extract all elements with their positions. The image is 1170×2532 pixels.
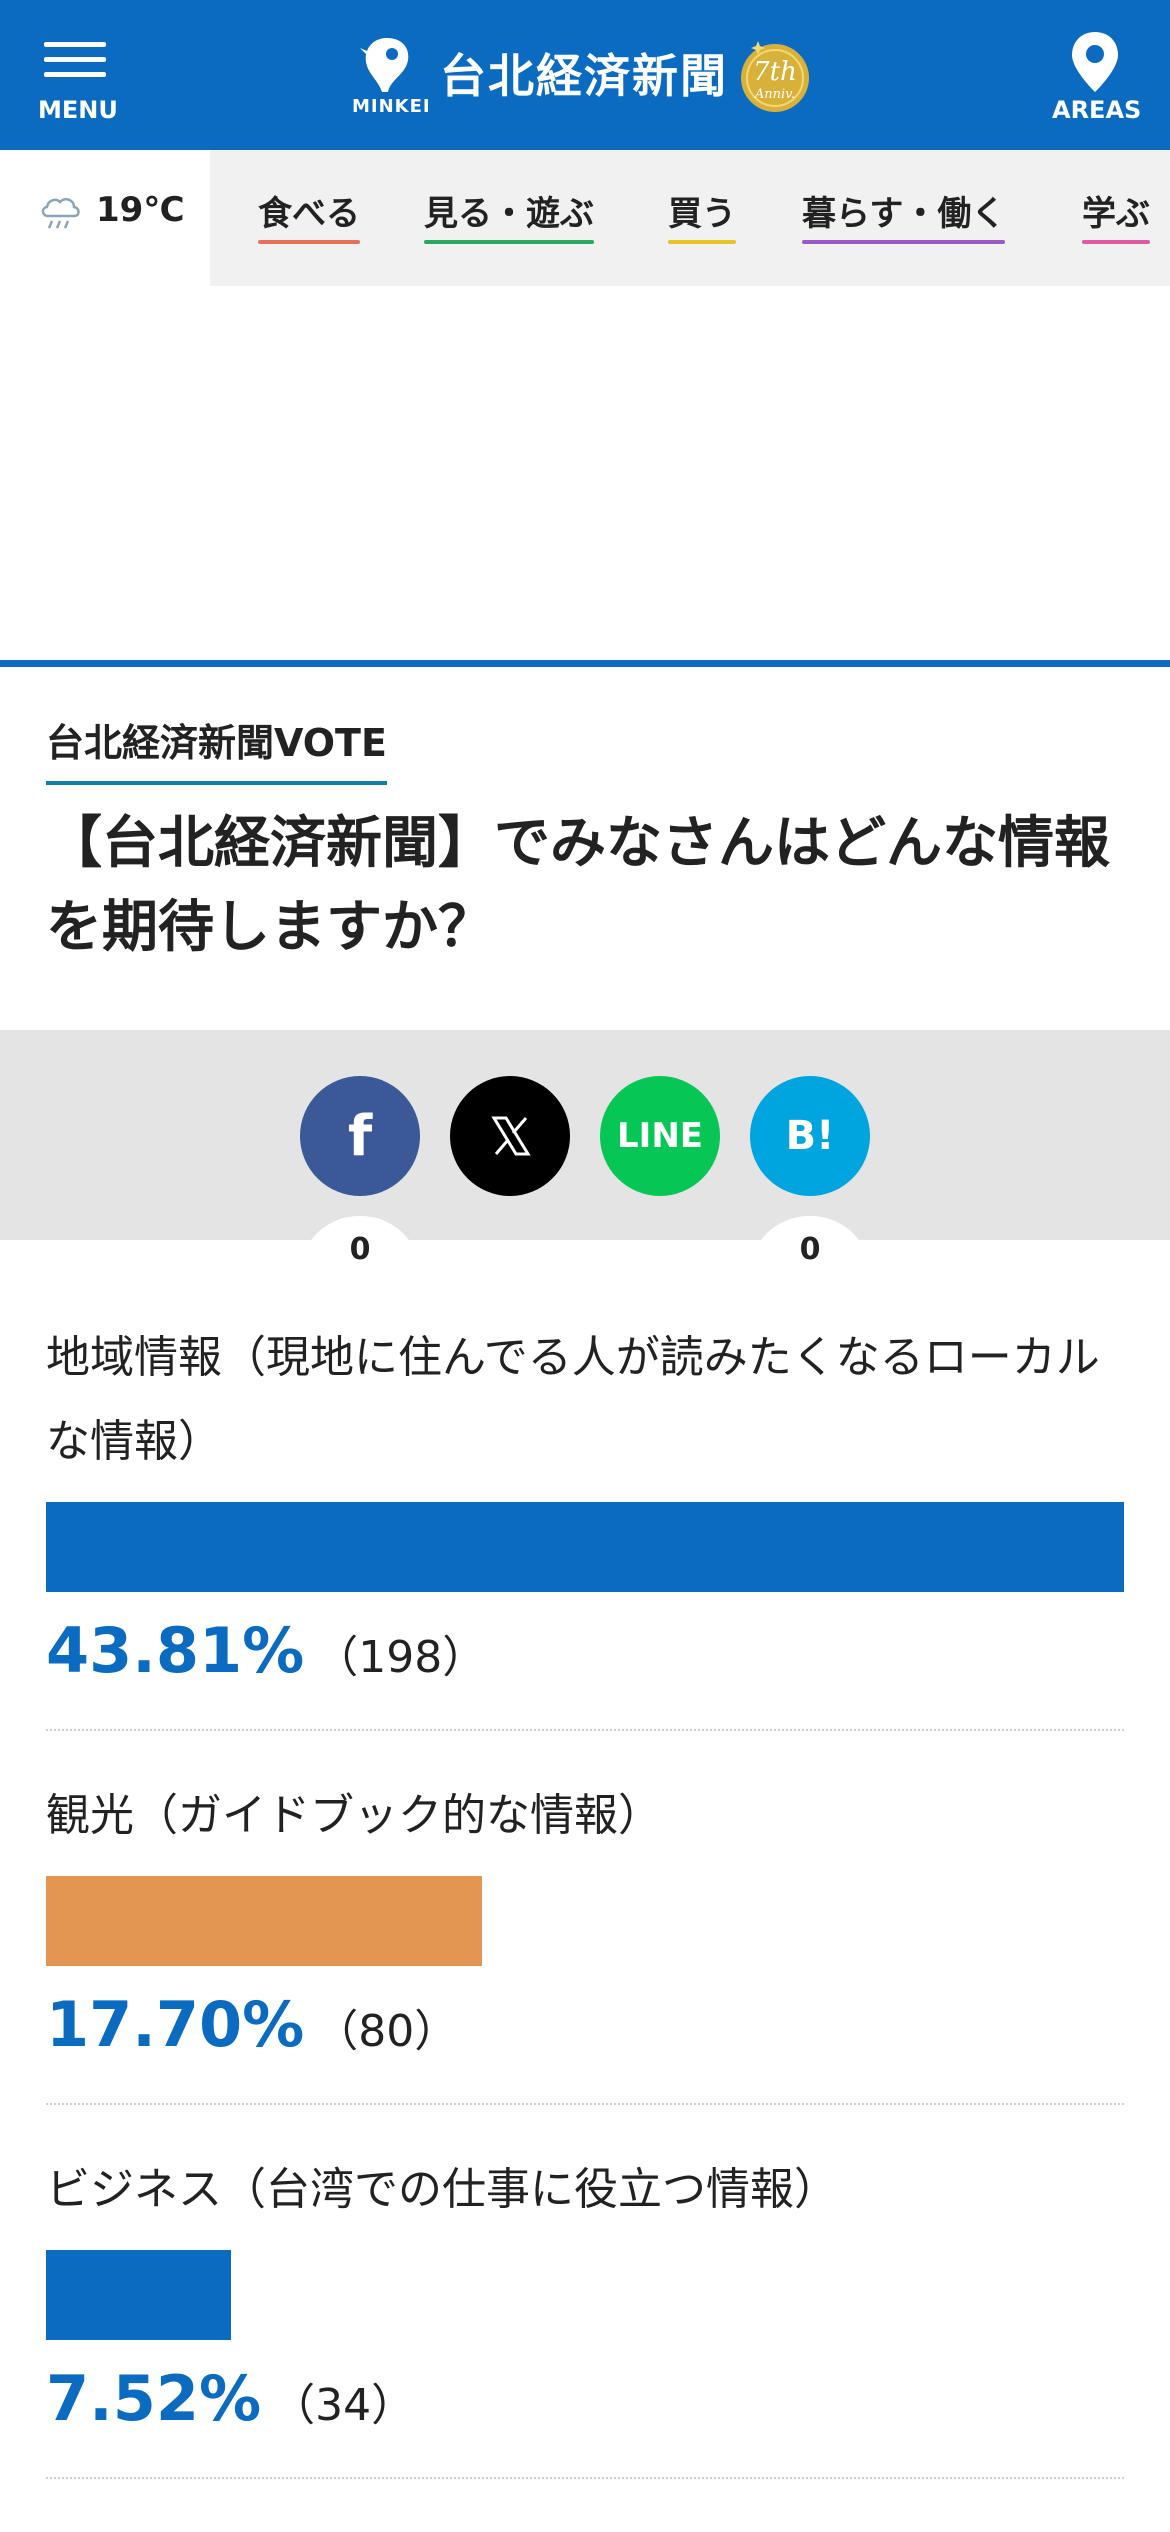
category-underline	[802, 240, 1006, 244]
vote-tag[interactable]: 台北経済新聞VOTE	[46, 712, 387, 785]
hatena-share-button[interactable]: B!	[750, 1076, 870, 1196]
hamburger-icon	[44, 40, 106, 77]
category-kau[interactable]: 買う	[668, 186, 736, 244]
facebook-share-count: 0	[299, 1216, 421, 1276]
anniversary-badge: 7th Anniv.	[736, 38, 814, 116]
category-underline	[424, 240, 594, 244]
minkei-logo[interactable]: MINKEI	[352, 34, 431, 124]
menu-label: MENU	[38, 96, 118, 124]
facebook-icon: f	[347, 1103, 373, 1169]
result-divider	[46, 1729, 1124, 1731]
category-underline	[1082, 240, 1150, 244]
temperature: 19℃	[96, 190, 185, 230]
option-label: ビジネス（台湾での仕事に役立つ情報）	[46, 2164, 838, 2215]
result-bar-fill	[46, 1502, 1124, 1592]
category-label: 見る・遊ぶ	[424, 194, 594, 234]
location-pin-icon	[1072, 32, 1118, 92]
vote-option: ビジネス（台湾での仕事に役立つ情報） 7.52% （34）	[46, 2148, 1124, 2435]
category-label: 暮らす・働く	[802, 194, 1006, 234]
result-stats: 43.81% （198）	[46, 1614, 1124, 1687]
ad-space	[0, 286, 1170, 660]
hatena-share-count: 0	[749, 1216, 871, 1276]
line-icon: LINE	[617, 1116, 703, 1156]
weather-widget[interactable]: 19℃	[0, 150, 210, 286]
x-icon	[491, 1116, 531, 1156]
category-label: 食べる	[258, 194, 360, 234]
category-underline	[258, 240, 360, 244]
facebook-share-button[interactable]: f	[300, 1076, 420, 1196]
areas-label: AREAS	[1052, 96, 1142, 124]
category-manabu[interactable]: 学ぶ	[1082, 186, 1150, 244]
menu-button[interactable]: MENU	[38, 40, 118, 124]
result-count: （34）	[271, 2380, 416, 2431]
category-miru-asobu[interactable]: 見る・遊ぶ	[424, 186, 594, 244]
result-divider	[46, 2103, 1124, 2105]
category-label: 学ぶ	[1082, 194, 1150, 234]
result-stats: 7.52% （34）	[46, 2362, 1124, 2435]
x-share-button[interactable]	[450, 1076, 570, 1196]
vote-option: 地域情報（現地に住んでる人が読みたくなるローカルな情報） 43.81% （198）	[46, 1316, 1124, 1687]
result-bar	[46, 2250, 1124, 2340]
result-percent: 7.52%	[46, 2362, 262, 2435]
hatena-bookmark-icon: B!	[785, 1113, 835, 1159]
site-title[interactable]: 台北経済新聞	[440, 40, 728, 106]
minkei-bird-icon	[360, 38, 409, 92]
result-bar	[46, 1876, 1124, 1966]
result-stats: 17.70% （80）	[46, 1988, 1124, 2061]
category-nav: 19℃ 食べる 見る・遊ぶ 買う 暮らす・働く 学ぶ	[0, 150, 1170, 286]
result-percent: 43.81%	[46, 1614, 305, 1687]
anniversary-text: Anniv.	[754, 87, 795, 102]
anniversary-number: 7th	[753, 57, 797, 87]
vote-option: 観光（ガイドブック的な情報） 17.70% （80）	[46, 1774, 1124, 2061]
result-divider	[46, 2477, 1124, 2479]
share-bar: f LINE B! 0 0	[0, 1030, 1170, 1276]
result-bar	[46, 1502, 1124, 1592]
result-bar-fill	[46, 1876, 482, 1966]
section-rule	[0, 660, 1170, 667]
option-label: 地域情報（現地に住んでる人が読みたくなるローカルな情報）	[46, 1332, 1100, 1467]
category-underline	[668, 240, 736, 244]
category-kurasu-hataraku[interactable]: 暮らす・働く	[802, 186, 1006, 244]
result-bar-fill	[46, 2250, 232, 2340]
brand-label: MINKEI	[352, 96, 431, 117]
result-count: （80）	[314, 2006, 459, 2057]
vote-title: 【台北経済新聞】でみなさんはどんな情報を期待しますか？	[46, 811, 1110, 960]
result-percent: 17.70%	[46, 1988, 305, 2061]
result-count: （198）	[314, 1632, 487, 1683]
rain-cloud-icon	[41, 198, 80, 229]
category-label: 買う	[668, 194, 736, 234]
category-taberu[interactable]: 食べる	[258, 186, 360, 244]
areas-button[interactable]: AREAS	[1052, 30, 1142, 130]
site-header: MENU MINKEI 台北経済新聞 7th Anniv. AREAS	[0, 0, 1170, 150]
option-label: 観光（ガイドブック的な情報）	[46, 1790, 662, 1841]
line-share-button[interactable]: LINE	[600, 1076, 720, 1196]
